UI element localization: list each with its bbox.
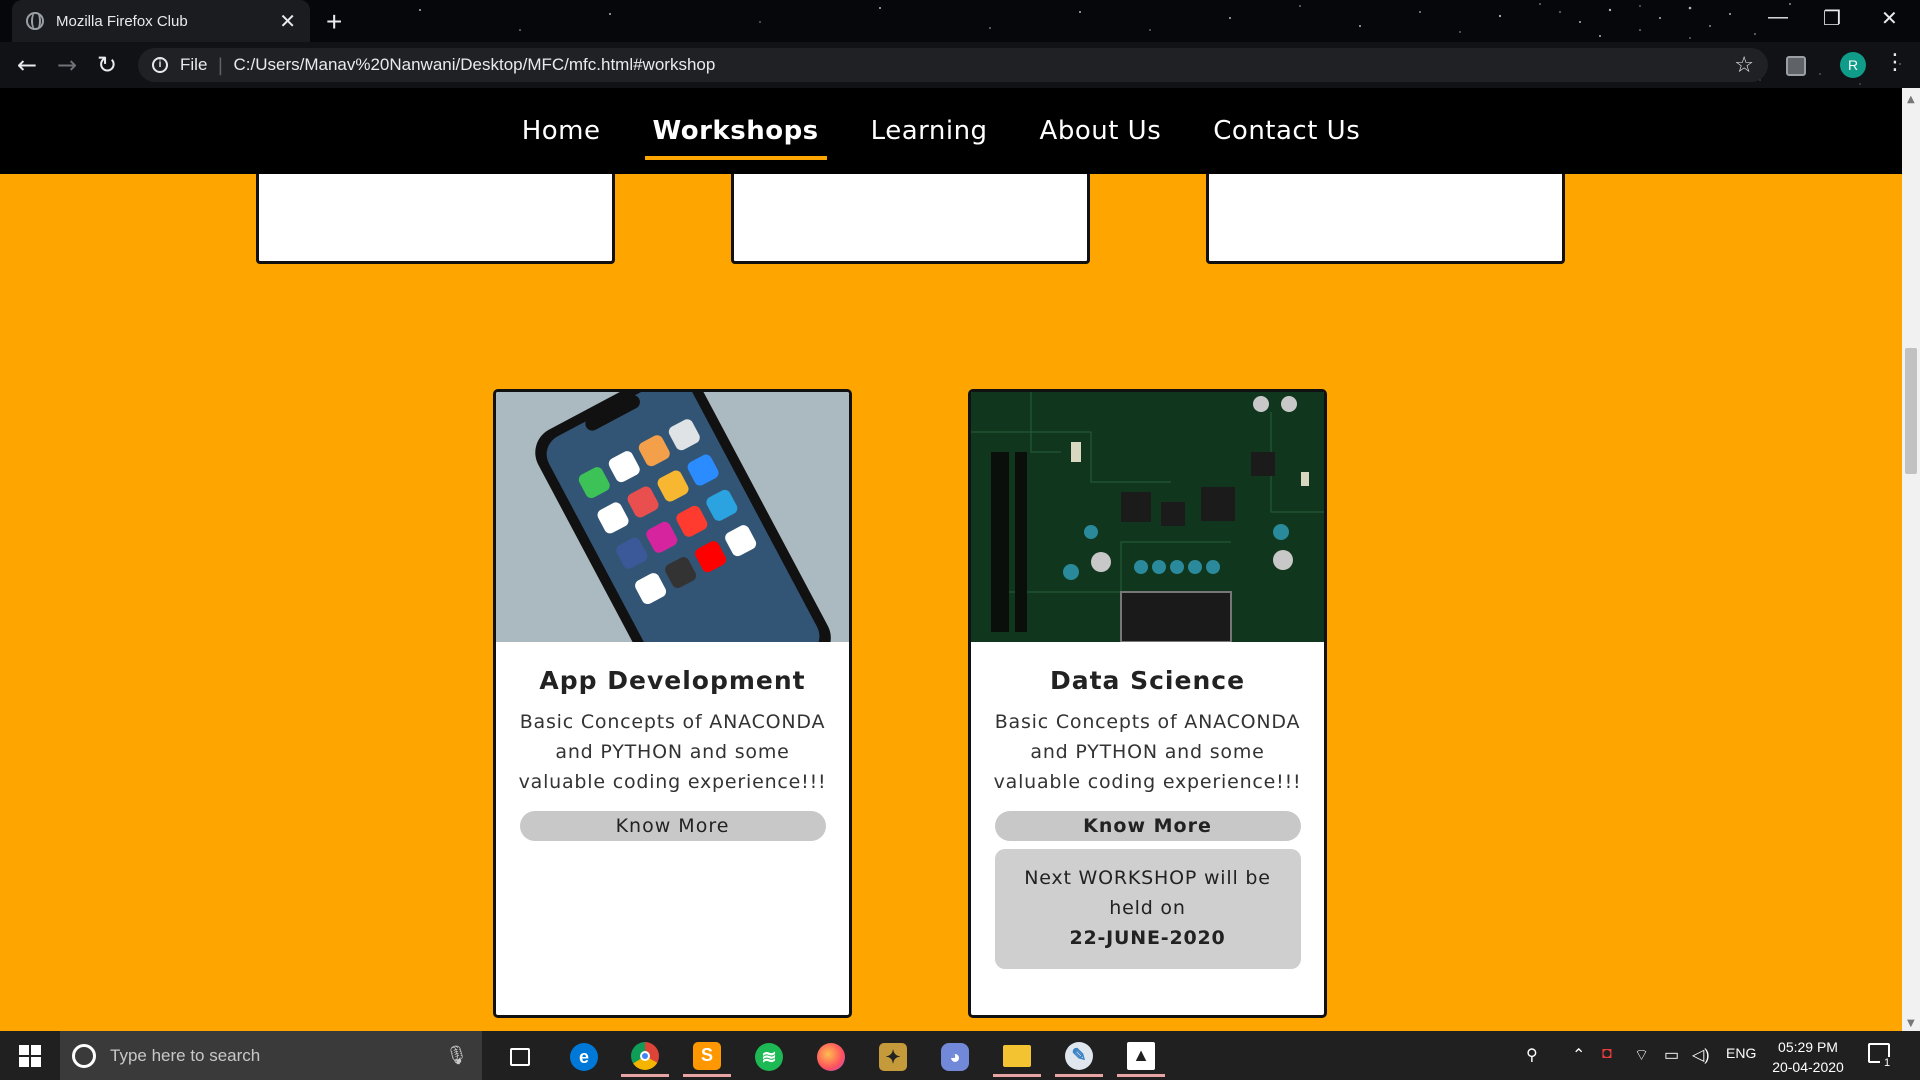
scroll-thumb[interactable] [1905,348,1917,474]
know-more-button[interactable]: Know More [519,811,826,841]
close-window-button[interactable]: ✕ [1881,6,1898,31]
show-hidden-icons-icon[interactable]: ⌃ [1572,1045,1585,1065]
windows-start-icon[interactable] [10,1041,50,1071]
battery-icon[interactable]: ▭ [1664,1045,1679,1065]
workshop-info-box: Next WORKSHOP will be held on 22-JUNE-20… [994,849,1301,969]
circuit-board-photo [971,392,1324,642]
new-tab-button[interactable]: + [326,6,342,38]
mcafee-icon[interactable]: ◘ [1602,1045,1612,1063]
url-separator: | [217,54,224,76]
windows-taskbar: Type here to search 🎙 e S ≋ ✦ ◕ ✎ ▲ ⚲ ⌃ … [0,1031,1920,1080]
card-title: App Development [539,666,806,695]
web-page: Home Workshops Learning About Us Contact… [0,88,1902,1031]
discord-icon[interactable]: ◕ [931,1037,979,1077]
next-workshop-date: 22-JUNE-2020 [1069,927,1226,949]
cortana-icon[interactable] [72,1043,96,1068]
url-text[interactable]: C:/Users/Manav%20Nanwani/Desktop/MFC/mfc… [233,55,1734,75]
nav-home[interactable]: Home [514,110,609,152]
browser-chrome: Mozilla Firefox Club ✕ + — ❐ ✕ ← → ↻ i F… [0,0,1920,88]
reload-icon[interactable]: ↻ [92,50,122,80]
bookmark-star-icon[interactable]: ☆ [1734,53,1754,78]
people-icon[interactable]: ⚲ [1526,1045,1538,1065]
clock-time: 05:29 PM [1778,1039,1838,1055]
scroll-up-icon[interactable]: ▲ [1907,94,1915,105]
scroll-down-icon[interactable]: ▼ [1907,1018,1915,1029]
volume-icon[interactable]: ◁) [1692,1045,1710,1065]
paint-icon[interactable]: ✎ [1055,1037,1103,1077]
task-view-icon[interactable] [496,1037,544,1077]
spotify-icon[interactable]: ≋ [745,1037,793,1077]
nav-contact-us[interactable]: Contact Us [1205,110,1368,152]
kebab-menu-icon[interactable]: ⋮ [1884,50,1906,75]
forward-arrow-icon[interactable]: → [52,50,82,80]
file-explorer-icon[interactable] [993,1037,1041,1077]
edge-icon[interactable]: e [560,1037,608,1077]
nav-learning[interactable]: Learning [863,110,996,152]
profile-avatar[interactable]: R [1840,52,1866,78]
clock-date: 20-04-2020 [1772,1059,1844,1075]
browser-toolbar: ← → ↻ i File | C:/Users/Manav%20Nanwani/… [0,42,1920,88]
card-title: Data Science [1049,666,1246,695]
microphone-icon[interactable]: 🎙 [445,1045,468,1066]
know-more-button[interactable]: Know More [994,811,1301,841]
card-description: Basic Concepts of ANACONDA and PYTHON an… [993,711,1302,793]
smartphone-photo [496,392,849,642]
back-arrow-icon[interactable]: ← [12,50,42,80]
taskbar-search[interactable]: Type here to search 🎙 [60,1031,482,1080]
workshop-card-partial [1206,174,1565,264]
input-language[interactable]: ENG [1726,1045,1756,1061]
counter-strike-icon[interactable]: ✦ [869,1037,917,1077]
tab-title: Mozilla Firefox Club [56,12,188,30]
firefox-icon[interactable] [807,1037,855,1077]
close-tab-icon[interactable]: ✕ [279,9,296,34]
info-icon[interactable]: i [152,57,168,73]
page-scrollbar[interactable]: ▲ ▼ [1902,88,1920,1031]
chrome-icon[interactable] [621,1037,669,1077]
nav-workshops[interactable]: Workshops [644,110,827,160]
notification-count: 1 [1880,1057,1894,1071]
minimize-button[interactable]: — [1768,6,1788,29]
workshop-card-partial [731,174,1090,264]
workshop-card-app-development: App Development Basic Concepts of ANACON… [493,389,852,1018]
globe-icon [26,12,44,30]
photos-icon[interactable]: ▲ [1117,1037,1165,1077]
site-navbar: Home Workshops Learning About Us Contact… [0,88,1902,174]
wifi-icon[interactable]: ⌔ [1634,1045,1649,1065]
search-placeholder: Type here to search [110,1045,261,1065]
taskbar-clock[interactable]: 05:29 PM 20-04-2020 [1766,1037,1850,1077]
workshop-card-partial [256,174,615,264]
sublime-text-icon[interactable]: S [683,1037,731,1077]
nav-about-us[interactable]: About Us [1032,110,1170,152]
card-description: Basic Concepts of ANACONDA and PYTHON an… [518,711,827,793]
restore-button[interactable]: ❐ [1823,6,1841,31]
url-scheme: File [180,55,208,74]
address-bar[interactable]: i File | C:/Users/Manav%20Nanwani/Deskto… [138,48,1768,82]
next-workshop-text: Next WORKSHOP will be held on [1024,867,1271,919]
workshop-card-data-science: Data Science Basic Concepts of ANACONDA … [968,389,1327,1018]
browser-tab[interactable]: Mozilla Firefox Club ✕ [12,0,310,42]
extension-icon[interactable] [1786,56,1806,76]
